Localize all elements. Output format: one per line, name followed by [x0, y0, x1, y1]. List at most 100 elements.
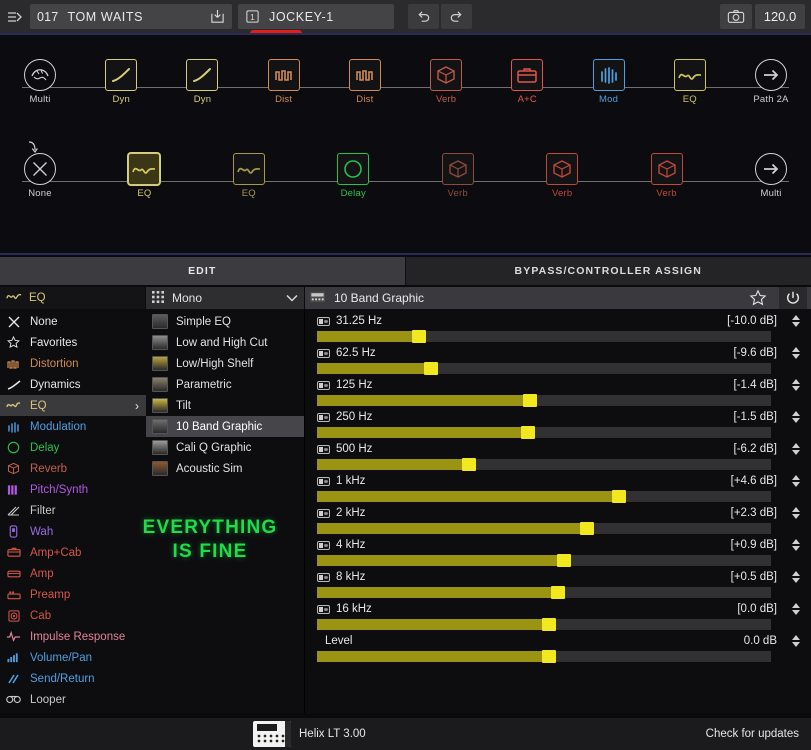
- band-value[interactable]: [+2.3 dB]: [731, 507, 777, 519]
- block-a-c[interactable]: A+C: [499, 59, 555, 105]
- model-item-parametric[interactable]: Parametric: [146, 374, 304, 395]
- controller-assign-icon[interactable]: [317, 412, 330, 422]
- block-dist[interactable]: Dist: [256, 59, 312, 105]
- stepper-icon[interactable]: [790, 315, 801, 327]
- category-item-distortion[interactable]: Distortion: [0, 353, 146, 374]
- block-verb[interactable]: Verb: [430, 153, 486, 199]
- power-icon[interactable]: [779, 287, 807, 309]
- controller-assign-icon[interactable]: [317, 380, 330, 390]
- slider-knob[interactable]: [521, 426, 536, 439]
- star-icon[interactable]: [745, 289, 771, 307]
- block-verb[interactable]: Verb: [639, 153, 695, 199]
- category-item-impulse-response[interactable]: Impulse Response: [0, 626, 146, 647]
- slider-knob[interactable]: [541, 618, 556, 631]
- redo-icon[interactable]: [441, 4, 472, 29]
- category-item-preamp[interactable]: Preamp: [0, 584, 146, 605]
- slider-knob[interactable]: [580, 522, 595, 535]
- category-item-reverb[interactable]: Reverb: [0, 458, 146, 479]
- stepper-icon[interactable]: [790, 379, 801, 391]
- controller-assign-icon[interactable]: [317, 508, 330, 518]
- stepper-icon[interactable]: [790, 603, 801, 615]
- model-item-low-and-high-cut[interactable]: Low and High Cut: [146, 332, 304, 353]
- block-dyn[interactable]: Dyn: [93, 59, 149, 105]
- slider-knob[interactable]: [412, 330, 427, 343]
- camera-icon[interactable]: [720, 4, 752, 29]
- grid-icon[interactable]: [152, 290, 164, 306]
- band-value[interactable]: [-6.2 dB]: [734, 443, 777, 455]
- tab-edit[interactable]: EDIT: [0, 257, 406, 285]
- export-icon[interactable]: [210, 9, 225, 24]
- stepper-icon[interactable]: [790, 443, 801, 455]
- slider-knob[interactable]: [557, 554, 572, 567]
- block-verb[interactable]: Verb: [534, 153, 590, 199]
- band-value[interactable]: [+4.6 dB]: [731, 475, 777, 487]
- stepper-icon[interactable]: [790, 411, 801, 423]
- slider-knob[interactable]: [550, 586, 565, 599]
- category-item-eq[interactable]: EQ ›: [0, 395, 146, 416]
- model-item-low-high-shelf[interactable]: Low/High Shelf: [146, 353, 304, 374]
- tempo-field[interactable]: 120.0: [755, 4, 805, 29]
- menu-icon[interactable]: [6, 6, 24, 28]
- model-item-tilt[interactable]: Tilt: [146, 395, 304, 416]
- block-verb[interactable]: Verb: [418, 59, 474, 105]
- category-header[interactable]: EQ: [0, 287, 146, 309]
- preset-name-field[interactable]: 017 TOM WAITS: [30, 4, 232, 29]
- category-item-volume-pan[interactable]: Volume/Pan: [0, 647, 146, 668]
- band-slider[interactable]: [317, 522, 771, 535]
- block-multi[interactable]: Multi: [743, 153, 799, 199]
- stepper-icon[interactable]: [790, 347, 801, 359]
- band-value[interactable]: [-10.0 dB]: [727, 315, 777, 327]
- category-item-delay[interactable]: Delay: [0, 437, 146, 458]
- undo-icon[interactable]: [408, 4, 439, 29]
- block-dist[interactable]: Dist: [337, 59, 393, 105]
- band-slider[interactable]: [317, 650, 771, 663]
- slider-knob[interactable]: [523, 394, 538, 407]
- category-item-favorites[interactable]: Favorites: [0, 332, 146, 353]
- category-item-modulation[interactable]: Modulation: [0, 416, 146, 437]
- stepper-icon[interactable]: [790, 539, 801, 551]
- category-item-none[interactable]: None: [0, 311, 146, 332]
- model-item-simple-eq[interactable]: Simple EQ: [146, 311, 304, 332]
- model-item-cali-q-graphic[interactable]: Cali Q Graphic: [146, 437, 304, 458]
- block-eq[interactable]: EQ: [662, 59, 718, 105]
- band-slider[interactable]: [317, 490, 771, 503]
- category-item-cab[interactable]: Cab: [0, 605, 146, 626]
- chevron-down-icon[interactable]: [286, 291, 298, 305]
- band-value[interactable]: [0.0 dB]: [737, 603, 777, 615]
- tab-bypass-controller-assign[interactable]: BYPASS/CONTROLLER ASSIGN: [405, 257, 811, 285]
- band-value[interactable]: [-1.4 dB]: [734, 379, 777, 391]
- block-eq[interactable]: EQ: [116, 153, 172, 199]
- controller-assign-icon[interactable]: [317, 348, 330, 358]
- category-item-dynamics[interactable]: Dynamics: [0, 374, 146, 395]
- controller-assign-icon[interactable]: [317, 572, 330, 582]
- slider-knob[interactable]: [423, 362, 438, 375]
- block-path-2a[interactable]: Path 2A: [743, 59, 799, 105]
- band-slider[interactable]: [317, 618, 771, 631]
- category-item-pitch-synth[interactable]: Pitch/Synth: [0, 479, 146, 500]
- slider-knob[interactable]: [462, 458, 477, 471]
- block-name-field[interactable]: 1 JOCKEY-1: [238, 4, 394, 37]
- check-for-updates-link[interactable]: Check for updates: [706, 728, 799, 740]
- stepper-icon[interactable]: [790, 475, 801, 487]
- band-slider[interactable]: [317, 426, 771, 439]
- block-eq[interactable]: EQ: [221, 153, 277, 199]
- slider-knob[interactable]: [611, 490, 626, 503]
- band-value[interactable]: [+0.9 dB]: [731, 539, 777, 551]
- band-slider[interactable]: [317, 458, 771, 471]
- model-item-acoustic-sim[interactable]: Acoustic Sim: [146, 458, 304, 479]
- category-item-send-return[interactable]: Send/Return: [0, 668, 146, 689]
- block-none[interactable]: None: [12, 141, 68, 199]
- stepper-icon[interactable]: [790, 507, 801, 519]
- category-item-looper[interactable]: Looper: [0, 689, 146, 710]
- band-slider[interactable]: [317, 394, 771, 407]
- controller-assign-icon[interactable]: [317, 316, 330, 326]
- controller-assign-icon[interactable]: [317, 604, 330, 614]
- slider-knob[interactable]: [541, 650, 556, 663]
- band-value[interactable]: [+0.5 dB]: [731, 571, 777, 583]
- band-slider[interactable]: [317, 554, 771, 567]
- controller-assign-icon[interactable]: [317, 476, 330, 486]
- channel-selector[interactable]: Mono: [146, 287, 305, 309]
- stepper-icon[interactable]: [790, 571, 801, 583]
- band-slider[interactable]: [317, 362, 771, 375]
- model-item-10-band-graphic[interactable]: 10 Band Graphic: [146, 416, 304, 437]
